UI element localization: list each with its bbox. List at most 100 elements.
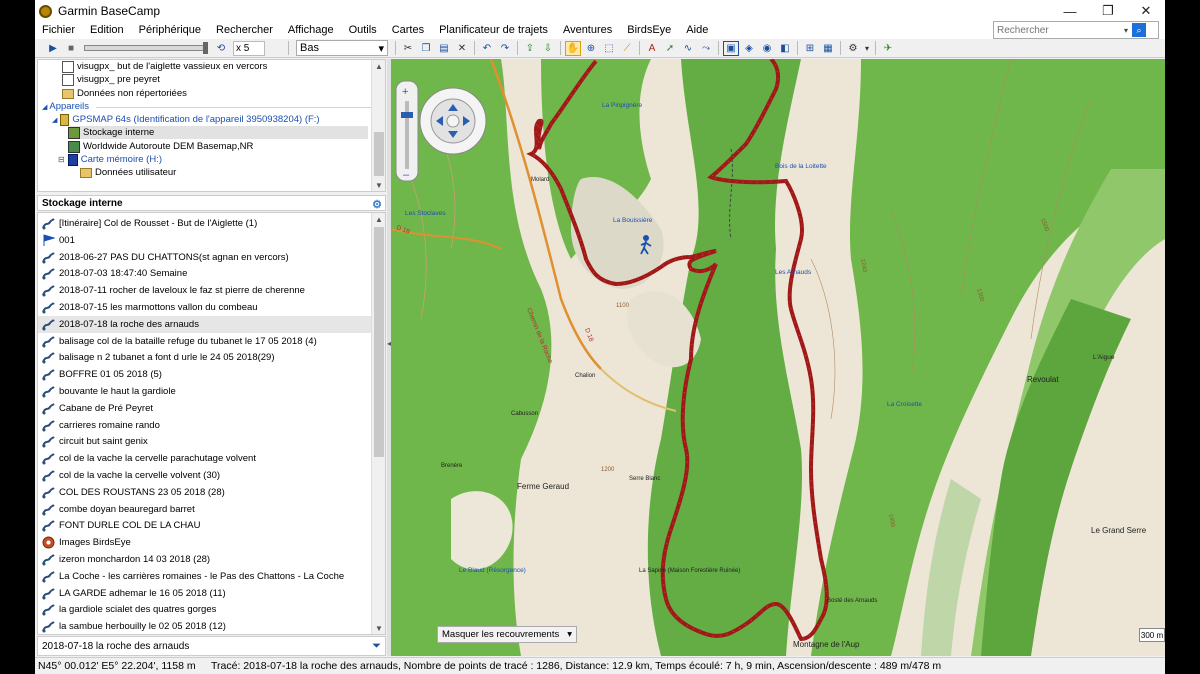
tree-item[interactable]: Données utilisateur <box>80 166 176 179</box>
send-to-device-icon[interactable]: ⇪ <box>522 41 538 56</box>
menu-affichage[interactable]: Affichage <box>281 22 342 39</box>
measure-icon[interactable]: ⟋ <box>619 41 635 56</box>
list-item[interactable]: La Coche - les carrières romaines - le P… <box>38 568 373 585</box>
fit-map-icon[interactable]: ⊞ <box>802 41 818 56</box>
chevron-down-icon[interactable]: ▾ <box>863 41 871 56</box>
map-nav-control[interactable] <box>419 87 487 155</box>
list-item[interactable]: 2018-07-11 rocher de laveloux le faz st … <box>38 282 373 299</box>
scroll-down-icon[interactable]: ▼ <box>372 622 385 634</box>
list-item[interactable]: balisage col de la bataille refuge du tu… <box>38 333 373 350</box>
globe-icon[interactable]: ◉ <box>759 41 775 56</box>
list-item[interactable]: carrieres romaine rando <box>38 417 373 434</box>
speed-select[interactable]: x 5 <box>233 40 265 56</box>
delete-icon[interactable]: ✕ <box>454 41 470 56</box>
menu-fichier[interactable]: Fichier <box>35 22 83 39</box>
play-icon[interactable]: ▶ <box>45 41 61 56</box>
tree-item-card[interactable]: ⊟ Carte mémoire (H:) <box>58 153 162 166</box>
list-item[interactable]: LA GARDE adhemar le 16 05 2018 (11) <box>38 585 373 602</box>
list-item[interactable]: Images BirdsEye <box>38 534 373 551</box>
redo-icon[interactable]: ↷ <box>497 41 513 56</box>
topo-map[interactable]: La Pinpignère Bois de la Loitette Les St… <box>391 59 1165 656</box>
select-icon[interactable]: ⬚ <box>601 41 617 56</box>
filter-icon[interactable]: ⏷ <box>372 640 381 653</box>
receive-from-device-icon[interactable]: ⇩ <box>540 41 556 56</box>
playback-slider[interactable] <box>84 42 208 54</box>
tree-item[interactable]: Worldwide Autoroute DEM Basemap,NR <box>68 140 253 153</box>
list-item[interactable]: 2018-07-15 les marmottons vallon du comb… <box>38 299 373 316</box>
menu-aventures[interactable]: Aventures <box>556 22 620 39</box>
map-view[interactable]: La Pinpignère Bois de la Loitette Les St… <box>391 59 1165 656</box>
list-item[interactable]: izeron monchardon 14 03 2018 (28) <box>38 551 373 568</box>
stop-icon[interactable]: ■ <box>63 41 79 56</box>
search-icon[interactable]: ⌕ <box>1132 23 1147 37</box>
search-input[interactable] <box>994 24 1124 36</box>
list-item[interactable]: combe doyan beauregard barret <box>38 501 373 518</box>
3d-view-icon[interactable]: ◈ <box>741 41 757 56</box>
menu-peripherique[interactable]: Périphérique <box>132 22 209 39</box>
menu-outils[interactable]: Outils <box>342 22 385 39</box>
map-view-icon[interactable]: ▣ <box>723 40 739 56</box>
list-item[interactable]: la gardiole scialet des quatres gorges <box>38 601 373 618</box>
list-item[interactable]: FONT DURLE COL DE LA CHAU <box>38 517 373 534</box>
list-item[interactable]: 001 <box>38 232 373 249</box>
list-item[interactable]: Cabane de Pré Peyret <box>38 400 373 417</box>
layers-icon[interactable]: ◧ <box>777 41 793 56</box>
menu-birdseye[interactable]: BirdsEye <box>620 22 679 39</box>
list-item[interactable]: BOFFRE 01 05 2018 (5) <box>38 366 373 383</box>
menu-rechercher[interactable]: Rechercher <box>209 22 281 39</box>
list-item[interactable]: COL DES ROUSTANS 23 05 2018 (28) <box>38 484 373 501</box>
list-item[interactable]: la sambue herbouilly le 02 05 2018 (12) <box>38 618 373 634</box>
gear-icon[interactable]: ⚙ <box>372 197 382 213</box>
list-item[interactable]: 2018-06-27 PAS DU CHATTONS(st agnan en v… <box>38 249 373 266</box>
cut-icon[interactable]: ✂ <box>400 41 416 56</box>
list-item[interactable]: circuit but saint genix <box>38 433 373 450</box>
photo-icon[interactable]: ▦ <box>820 41 836 56</box>
list-item[interactable]: col de la vache la cervelle parachutage … <box>38 450 373 467</box>
zoom-icon[interactable]: ⊕ <box>583 41 599 56</box>
profile-tool-icon[interactable]: ⚙ <box>845 41 861 56</box>
tree-item-device[interactable]: ◢ GPSMAP 64s (Identification de l'apparei… <box>52 113 320 126</box>
list-item[interactable]: col de la vache la cervelle volvent (30) <box>38 467 373 484</box>
scroll-down-icon[interactable]: ▼ <box>372 179 385 191</box>
tree-item-storage[interactable]: Stockage interne <box>68 126 368 139</box>
scroll-thumb[interactable] <box>374 227 384 457</box>
minimize-button[interactable]: — <box>1051 0 1089 22</box>
filter-bar[interactable]: 2018-07-18 la roche des arnauds ⏷ <box>37 636 386 656</box>
close-button[interactable]: ✕ <box>1127 0 1165 22</box>
send-icon[interactable]: ✈ <box>880 41 896 56</box>
tree-item[interactable]: Données non répertoriées <box>62 87 187 100</box>
hand-tool-icon[interactable]: ✋ <box>565 40 581 56</box>
quality-select[interactable]: Bas ▾ <box>296 40 388 56</box>
list-item-label: LA GARDE adhemar le 16 05 2018 (11) <box>59 587 226 599</box>
list-item[interactable]: balisage n 2 tubanet a font d urle le 24… <box>38 349 373 366</box>
paste-icon[interactable]: ▤ <box>436 41 452 56</box>
library-tree: visugpx_ but de l'aiglette vassieux en v… <box>37 59 386 192</box>
list-item[interactable]: 2018-07-18 la roche des arnauds <box>38 315 373 333</box>
scroll-up-icon[interactable]: ▲ <box>372 60 385 72</box>
scroll-thumb[interactable] <box>374 132 384 176</box>
overlay-dropdown[interactable]: Masquer les recouvrements ▾ <box>437 626 577 643</box>
scroll-up-icon[interactable]: ▲ <box>372 213 385 225</box>
undo-icon[interactable]: ↶ <box>479 41 495 56</box>
tree-scrollbar[interactable]: ▲ ▼ <box>371 60 385 191</box>
new-track-icon[interactable]: ∿ <box>680 41 696 56</box>
menu-planificateur[interactable]: Planificateur de trajets <box>432 22 556 39</box>
tree-item[interactable]: visugpx_ but de l'aiglette vassieux en v… <box>62 60 267 73</box>
list-scrollbar[interactable]: ▲ ▼ <box>371 213 385 634</box>
repeat-icon[interactable]: ⟲ <box>213 41 229 56</box>
track-tool-icon[interactable]: ⤳ <box>698 41 714 56</box>
copy-icon[interactable]: ❐ <box>418 41 434 56</box>
list-item[interactable]: [Itinéraire] Col de Rousset - But de l'A… <box>38 215 373 232</box>
menu-edition[interactable]: Edition <box>83 22 132 39</box>
list-item[interactable]: 2018-07-03 18:47:40 Semaine <box>38 265 373 282</box>
tree-section-appareils[interactable]: ◢ Appareils <box>42 100 89 113</box>
menu-cartes[interactable]: Cartes <box>385 22 432 39</box>
zoom-slider[interactable]: + – <box>395 80 419 182</box>
new-route-icon[interactable]: A <box>644 41 660 56</box>
new-waypoint-icon[interactable]: ➚ <box>662 41 678 56</box>
tree-item[interactable]: visugpx_ pre peyret <box>62 73 160 86</box>
list-item[interactable]: bouvante le haut la gardiole <box>38 383 373 400</box>
maximize-button[interactable]: ❐ <box>1089 0 1127 22</box>
menu-aide[interactable]: Aide <box>679 22 716 39</box>
search-dropdown-icon[interactable]: ▾ <box>1124 26 1128 35</box>
